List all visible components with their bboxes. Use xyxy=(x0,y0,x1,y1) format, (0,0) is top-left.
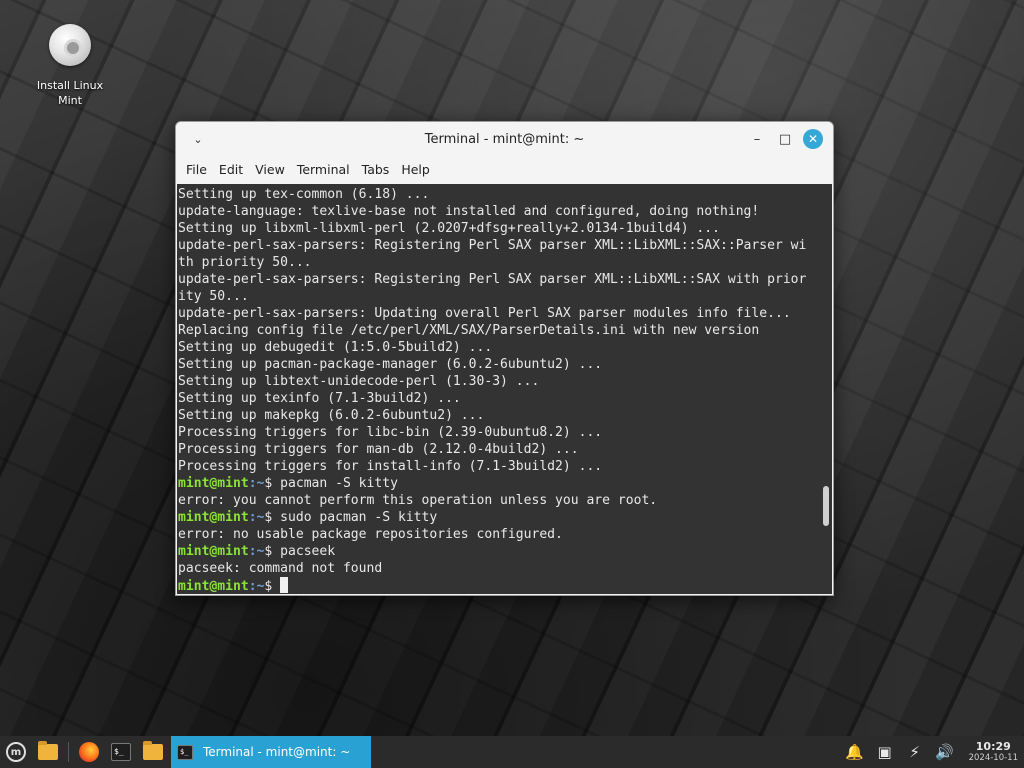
notification-bell-icon[interactable]: 🔔 xyxy=(845,743,865,761)
menu-file[interactable]: File xyxy=(180,156,213,184)
terminal-output-line: Processing triggers for libc-bin (2.39-0… xyxy=(178,425,603,440)
terminal-output-line: Processing triggers for install-info (7.… xyxy=(178,459,603,474)
terminal-icon: $_ xyxy=(177,744,193,760)
prompt-user: mint@mint xyxy=(178,476,249,491)
disc-icon xyxy=(49,24,91,66)
terminal-icon: $_ xyxy=(111,743,131,761)
terminal-output-line: Processing triggers for man-db (2.12.0-4… xyxy=(178,442,579,457)
command-text: pacman -S kitty xyxy=(272,476,398,491)
terminal-output-line: update-perl-sax-parsers: Registering Per… xyxy=(178,238,807,253)
terminal-active-prompt: mint@mint:~$ xyxy=(178,577,818,594)
terminal-output-line: Replacing config file /etc/perl/XML/SAX/… xyxy=(178,323,760,338)
taskbar-separator xyxy=(68,742,69,762)
taskbar-window-label: Terminal - mint@mint: ~ xyxy=(203,745,351,759)
terminal-output-line: pacseek: command not found xyxy=(178,561,383,576)
prompt-path: :~ xyxy=(248,579,265,594)
prompt-path: :~ xyxy=(248,544,265,559)
terminal-output-line: update-perl-sax-parsers: Registering Per… xyxy=(178,272,807,287)
terminal-output-line: error: you cannot perform this operation… xyxy=(178,493,658,508)
terminal-command-line: mint@mint:~$ pacseek xyxy=(178,543,818,560)
menu-tabs[interactable]: Tabs xyxy=(356,156,396,184)
mint-logo-icon: m xyxy=(6,742,26,762)
terminal-launcher[interactable]: $_ xyxy=(109,740,133,764)
folder-launcher[interactable] xyxy=(141,740,165,764)
terminal-output-line: Setting up pacman-package-manager (6.0.2… xyxy=(178,357,603,372)
prompt-path: :~ xyxy=(248,476,265,491)
terminal-output-line: update-perl-sax-parsers: Updating overal… xyxy=(178,306,791,321)
terminal-output[interactable]: Setting up tex-common (6.18) ... update-l… xyxy=(177,184,832,594)
terminal-output-line: Setting up texinfo (7.1-3build2) ... xyxy=(178,391,461,406)
terminal-output-line: th priority 50... xyxy=(178,255,312,270)
menubar: File Edit View Terminal Tabs Help xyxy=(176,156,833,184)
volume-icon[interactable]: 🔊 xyxy=(935,743,955,761)
terminal-output-line: error: no usable package repositories co… xyxy=(178,527,563,542)
menu-help[interactable]: Help xyxy=(395,156,436,184)
close-button[interactable]: ✕ xyxy=(803,129,823,149)
terminal-output-line: Setting up makepkg (6.0.2-6ubuntu2) ... xyxy=(178,408,485,423)
window-title: Terminal - mint@mint: ~ xyxy=(424,131,585,147)
firefox-launcher[interactable] xyxy=(77,740,101,764)
terminal-output-line: ity 50... xyxy=(178,289,249,304)
update-manager-icon[interactable]: ▣ xyxy=(875,743,895,761)
menu-edit[interactable]: Edit xyxy=(213,156,249,184)
terminal-output-line: Setting up tex-common (6.18) ... xyxy=(178,187,430,202)
folder-icon xyxy=(143,741,163,760)
menu-terminal[interactable]: Terminal xyxy=(291,156,356,184)
terminal-output-line: update-language: texlive-base not instal… xyxy=(178,204,760,219)
files-icon xyxy=(38,741,58,760)
terminal-output-line: Setting up debugedit (1:5.0-5build2) ... xyxy=(178,340,493,355)
command-text: sudo pacman -S kitty xyxy=(272,510,438,525)
files-launcher[interactable] xyxy=(36,740,60,764)
terminal-cursor xyxy=(280,577,289,593)
prompt-path: :~ xyxy=(248,510,265,525)
clock[interactable]: 10:29 2024-10-11 xyxy=(969,740,1018,764)
prompt-user: mint@mint xyxy=(178,544,249,559)
clock-time: 10:29 xyxy=(975,740,1011,753)
firefox-icon xyxy=(79,742,99,762)
terminal-output-line: Setting up libxml-libxml-perl (2.0207+df… xyxy=(178,221,720,236)
terminal-window[interactable]: ⌄ Terminal - mint@mint: ~ – □ ✕ File Edi… xyxy=(175,121,834,596)
prompt-user: mint@mint xyxy=(178,579,249,594)
window-menu-chevron-icon[interactable]: ⌄ xyxy=(190,131,206,147)
window-titlebar[interactable]: ⌄ Terminal - mint@mint: ~ – □ ✕ xyxy=(176,122,833,156)
terminal-command-line: mint@mint:~$ pacman -S kitty xyxy=(178,475,818,492)
desktop-icon-install-linux-mint[interactable]: Install Linux Mint xyxy=(26,24,114,108)
minimize-button[interactable]: – xyxy=(747,129,767,149)
clock-date: 2024-10-11 xyxy=(968,753,1018,763)
command-text: pacseek xyxy=(272,544,336,559)
taskbar: m $_ $_ Terminal - mint@mint: ~ 🔔 ▣ ⚡ 🔊 … xyxy=(0,736,1024,768)
power-icon[interactable]: ⚡ xyxy=(905,743,925,761)
terminal-output-line: Setting up libtext-unidecode-perl (1.30-… xyxy=(178,374,540,389)
maximize-button[interactable]: □ xyxy=(775,129,795,149)
taskbar-window-terminal[interactable]: $_ Terminal - mint@mint: ~ xyxy=(171,736,371,768)
terminal-scrollbar[interactable] xyxy=(823,486,829,526)
menu-view[interactable]: View xyxy=(249,156,291,184)
system-tray: 🔔 ▣ ⚡ 🔊 10:29 2024-10-11 xyxy=(845,736,1018,768)
terminal-command-line: mint@mint:~$ sudo pacman -S kitty xyxy=(178,509,818,526)
mint-menu-button[interactable]: m xyxy=(4,740,28,764)
prompt-user: mint@mint xyxy=(178,510,249,525)
desktop-icon-label: Install Linux Mint xyxy=(36,79,104,107)
